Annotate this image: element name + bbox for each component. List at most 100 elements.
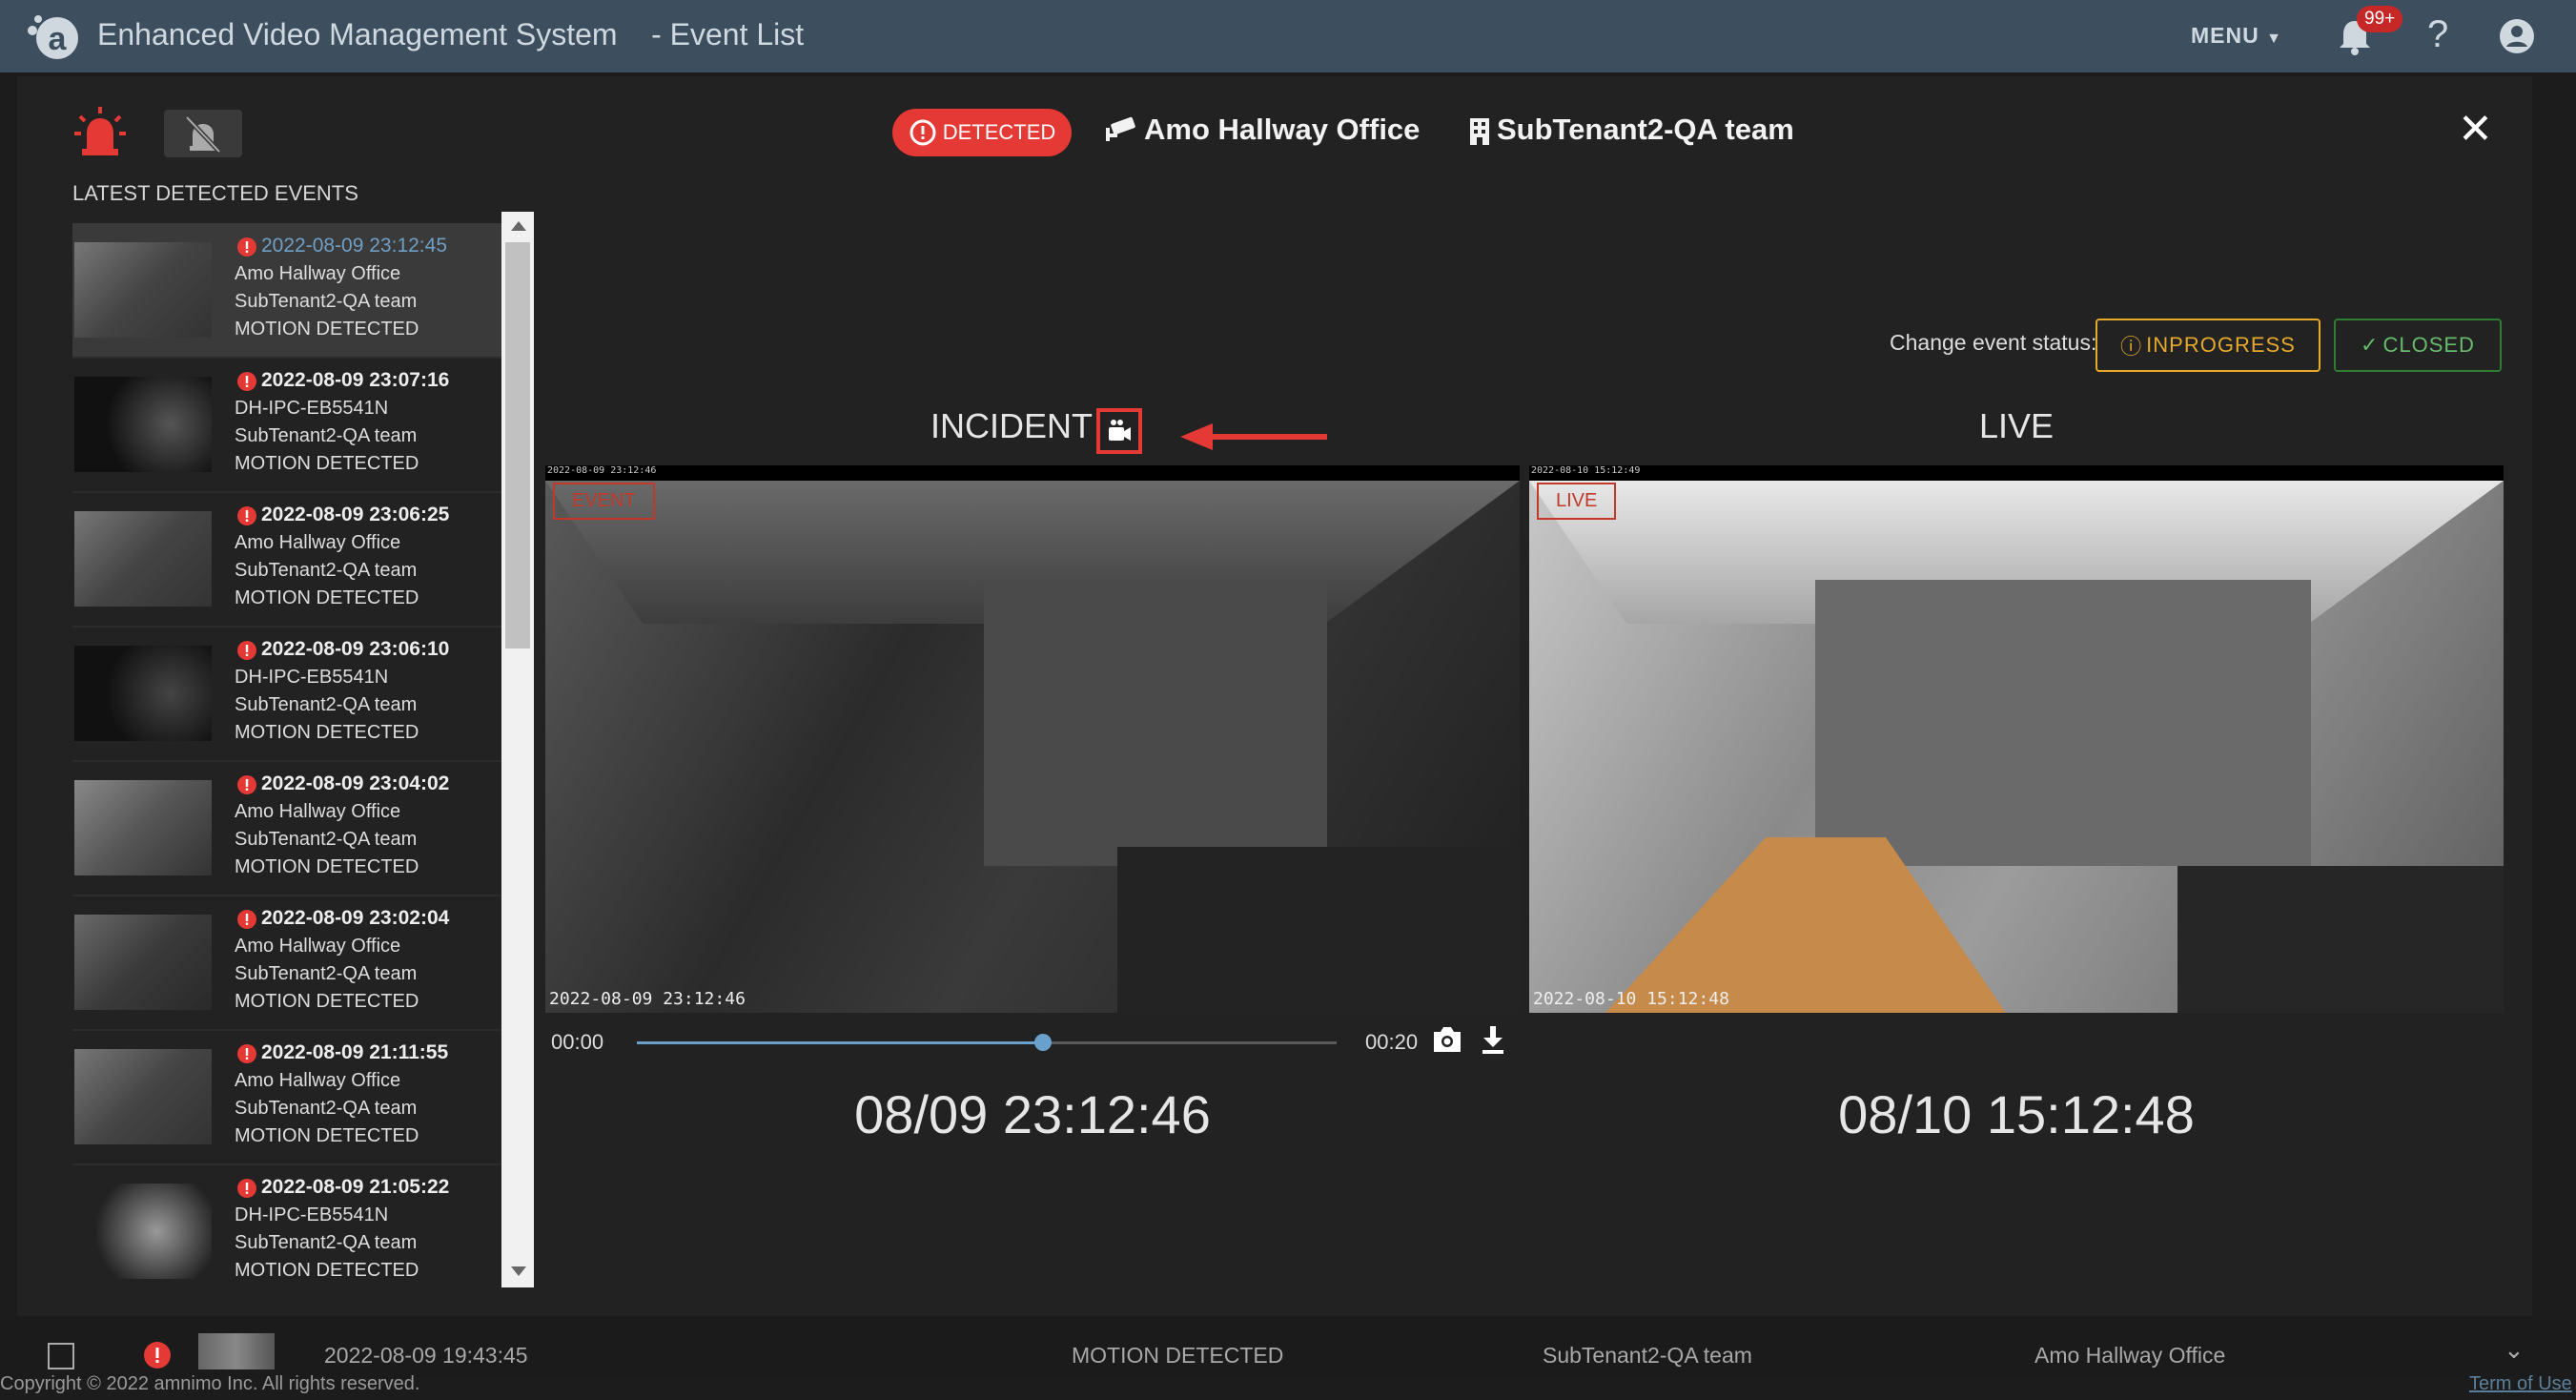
live-scene-lockers bbox=[2177, 866, 2504, 1013]
event-list: 2022-08-09 23:12:45 Amo Hallway Office Sub… bbox=[72, 223, 501, 1287]
latest-events-title: LATEST DETECTED EVENTS bbox=[72, 181, 358, 205]
event-thumbnail bbox=[74, 242, 212, 338]
close-button[interactable]: ✕ bbox=[2458, 105, 2493, 154]
event-camera: DH-IPC-EB5541N bbox=[235, 1204, 389, 1225]
playback-progress-knob[interactable] bbox=[1033, 1034, 1052, 1051]
event-type: MOTION DETECTED bbox=[235, 722, 419, 743]
amnimo-logo-icon[interactable]: a bbox=[23, 10, 84, 63]
event-video-small-timestamp: 2022-08-09 23:12:46 bbox=[547, 465, 657, 476]
playback-start-time: 00:00 bbox=[551, 1030, 604, 1054]
background-row-camera: Amo Hallway Office bbox=[2034, 1343, 2226, 1368]
scrollbar-thumb[interactable] bbox=[505, 242, 530, 649]
live-clock: 08/10 15:12:48 bbox=[1838, 1084, 2195, 1144]
event-time: 2022-08-09 21:05:22 bbox=[261, 1176, 450, 1198]
event-list-item[interactable]: 2022-08-09 23:12:45 Amo Hallway Office Sub… bbox=[72, 223, 501, 359]
event-tenant: SubTenant2-QA team bbox=[235, 694, 418, 715]
event-time: 2022-08-09 23:06:10 bbox=[261, 638, 450, 660]
event-list-item[interactable]: 2022-08-09 23:02:04 Amo Hallway Office Sub… bbox=[72, 896, 501, 1031]
event-list-item[interactable]: 2022-08-09 23:07:16 DH-IPC-EB5541N SubTena… bbox=[72, 358, 501, 493]
camera-snapshot-icon[interactable] bbox=[1430, 1024, 1464, 1055]
event-tenant: SubTenant2-QA team bbox=[235, 425, 418, 446]
cctv-camera-icon bbox=[1106, 116, 1135, 141]
event-tenant: SubTenant2-QA team bbox=[235, 829, 418, 850]
event-camera: DH-IPC-EB5541N bbox=[235, 667, 389, 688]
event-list-item[interactable]: 2022-08-09 23:04:02 Amo Hallway Office Sub… bbox=[72, 761, 501, 896]
account-icon[interactable] bbox=[2496, 15, 2538, 57]
event-time: 2022-08-09 23:12:45 bbox=[261, 235, 447, 257]
alert-icon bbox=[237, 775, 256, 794]
live-title: LIVE bbox=[1979, 406, 2055, 445]
alarm-on-icon[interactable] bbox=[72, 105, 128, 160]
alert-icon bbox=[237, 1179, 256, 1198]
menu-label: MENU bbox=[2191, 23, 2259, 48]
live-video-small-timestamp: 2022-08-10 15:12:49 bbox=[1531, 465, 1641, 476]
event-list-item[interactable]: 2022-08-09 23:06:25 Amo Hallway Office Sub… bbox=[72, 492, 501, 628]
scroll-up-icon[interactable] bbox=[511, 221, 526, 231]
menu-button[interactable]: MENU ▼ bbox=[2191, 23, 2282, 49]
download-icon[interactable] bbox=[1478, 1024, 1508, 1055]
event-list-item[interactable]: 2022-08-09 21:05:22 DH-IPC-EB5541N SubTena… bbox=[72, 1164, 501, 1287]
inprogress-button[interactable]: ⓘ INPROGRESS bbox=[2096, 319, 2320, 372]
playback-progress-fill bbox=[637, 1041, 1043, 1044]
detected-status-badge: DETECTED bbox=[892, 109, 1072, 156]
event-camera: DH-IPC-EB5541N bbox=[235, 398, 389, 419]
app-title: Enhanced Video Management System - Event… bbox=[97, 17, 804, 52]
event-time: 2022-08-09 23:04:02 bbox=[261, 772, 450, 794]
event-thumbnail bbox=[74, 511, 212, 607]
event-time: 2022-08-09 23:07:16 bbox=[261, 369, 450, 391]
event-type: MOTION DETECTED bbox=[235, 856, 419, 877]
camera-name: Amo Hallway Office bbox=[1144, 113, 1421, 146]
background-row-type: MOTION DETECTED bbox=[1072, 1343, 1284, 1368]
help-icon[interactable]: ? bbox=[2427, 13, 2448, 56]
event-tenant: SubTenant2-QA team bbox=[235, 1232, 418, 1253]
playback-end-time: 00:20 bbox=[1365, 1030, 1419, 1054]
event-thumbnail bbox=[74, 377, 212, 472]
event-tenant: SubTenant2-QA team bbox=[235, 963, 418, 984]
event-thumbnail bbox=[74, 915, 212, 1010]
alert-icon bbox=[237, 506, 256, 525]
notification-badge: 99+ bbox=[2357, 6, 2403, 32]
incident-title: INCIDENT bbox=[930, 406, 1093, 445]
event-scene-wall bbox=[984, 580, 1327, 866]
scroll-down-icon[interactable] bbox=[511, 1266, 526, 1276]
event-type: MOTION DETECTED bbox=[235, 991, 419, 1012]
alert-icon bbox=[237, 372, 256, 391]
event-thumbnail bbox=[74, 646, 212, 741]
alert-icon bbox=[237, 237, 256, 257]
event-time: 2022-08-09 21:11:55 bbox=[261, 1041, 449, 1063]
terms-link[interactable]: Term of Use bbox=[2469, 1373, 2572, 1395]
event-list-item[interactable]: 2022-08-09 21:11:55 Amo Hallway Office Sub… bbox=[72, 1030, 501, 1165]
incident-camera-button[interactable] bbox=[1096, 408, 1142, 454]
event-camera: Amo Hallway Office bbox=[235, 1070, 401, 1091]
event-tenant: SubTenant2-QA team bbox=[235, 560, 418, 581]
red-arrow-annotation-icon bbox=[1180, 423, 1327, 450]
row-checkbox[interactable] bbox=[48, 1343, 74, 1369]
caret-down-icon: ▼ bbox=[2266, 31, 2282, 47]
page-name: - Event List bbox=[651, 17, 805, 51]
background-row-tenant: SubTenant2-QA team bbox=[1543, 1343, 1752, 1368]
copyright: Copyright © 2022 amnimo Inc. All rights … bbox=[0, 1373, 420, 1394]
alert-icon bbox=[237, 1044, 256, 1063]
event-thumbnail bbox=[74, 1184, 212, 1279]
event-tenant: SubTenant2-QA team bbox=[235, 291, 418, 312]
event-thumbnail bbox=[74, 780, 212, 875]
closed-button[interactable]: ✓ CLOSED bbox=[2334, 319, 2502, 372]
event-time: 2022-08-09 23:06:25 bbox=[261, 504, 450, 525]
live-scene-wall bbox=[1815, 580, 2311, 866]
live-video-tag: LIVE bbox=[1537, 483, 1617, 520]
live-video-player[interactable]: 2022-08-10 15:12:49 LIVE 2022-08-10 15:1… bbox=[1529, 465, 2504, 1013]
event-video-player[interactable]: 2022-08-09 23:12:46 EVENT 2022-08-09 23:… bbox=[545, 465, 1520, 1013]
video-camera-icon bbox=[1109, 420, 1131, 441]
alarm-off-button[interactable] bbox=[164, 110, 242, 157]
clock-alert-icon: ⓘ bbox=[2120, 335, 2143, 359]
event-scene-desk bbox=[1117, 847, 1520, 1013]
svg-text:a: a bbox=[49, 21, 68, 57]
event-tenant: SubTenant2-QA team bbox=[235, 1098, 418, 1119]
expand-chevron-icon[interactable]: ⌄ bbox=[2504, 1335, 2525, 1365]
event-type: MOTION DETECTED bbox=[235, 587, 419, 608]
event-list-item[interactable]: 2022-08-09 23:06:10 DH-IPC-EB5541N SubTena… bbox=[72, 627, 501, 762]
event-camera: Amo Hallway Office bbox=[235, 532, 401, 553]
change-status-label: Change event status: bbox=[1890, 330, 2097, 355]
event-type: MOTION DETECTED bbox=[235, 1260, 419, 1281]
app-name: Enhanced Video Management System bbox=[97, 17, 618, 51]
